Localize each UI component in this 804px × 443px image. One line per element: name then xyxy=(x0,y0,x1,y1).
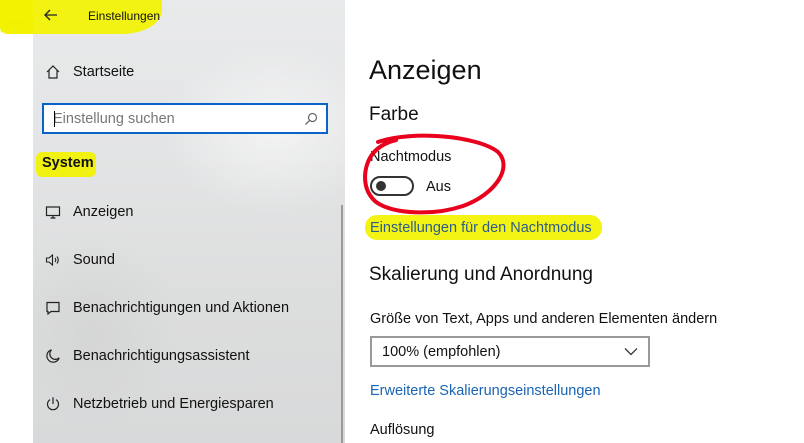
speaker-icon xyxy=(33,252,73,268)
search-icon[interactable] xyxy=(296,112,326,126)
scale-dropdown[interactable]: 100% (empfohlen) xyxy=(370,336,650,367)
chevron-down-icon xyxy=(624,348,638,356)
sidebar-item-label: Benachrichtigungsassistent xyxy=(73,348,250,364)
back-button[interactable] xyxy=(40,4,62,26)
night-mode-settings-link[interactable]: Einstellungen für den Nachtmodus xyxy=(370,220,592,236)
sidebar-item-notifications[interactable]: Benachrichtigungen und Aktionen xyxy=(33,292,343,324)
section-heading-scale: Skalierung und Anordnung xyxy=(369,264,593,285)
scale-dropdown-value: 100% (empfohlen) xyxy=(382,343,501,360)
search-box[interactable] xyxy=(42,103,328,134)
sidebar-item-display[interactable]: Anzeigen xyxy=(33,196,343,228)
red-annotation-circle xyxy=(363,133,506,215)
sidebar-item-label: Anzeigen xyxy=(73,204,134,220)
notification-icon xyxy=(33,300,73,316)
sidebar-scrollbar[interactable] xyxy=(341,205,343,443)
size-label: Größe von Text, Apps und anderen Element… xyxy=(370,311,718,327)
monitor-icon xyxy=(33,204,73,220)
text-cursor xyxy=(54,111,55,127)
sidebar-item-label: Startseite xyxy=(73,64,135,80)
app-title: Einstellungen xyxy=(88,9,161,23)
sidebar-item-power[interactable]: Netzbetrieb und Energiesparen xyxy=(33,388,343,420)
sidebar-item-home[interactable]: Startseite xyxy=(33,56,343,88)
sidebar-item-label: Netzbetrieb und Energiesparen xyxy=(73,396,274,412)
sidebar-item-label: Benachrichtigungen und Aktionen xyxy=(73,300,290,316)
search-input[interactable] xyxy=(44,105,296,132)
home-icon xyxy=(33,64,73,80)
sidebar-item-label: Sound xyxy=(73,252,115,268)
sidebar-item-focus-assist[interactable]: Benachrichtigungsassistent xyxy=(33,340,343,372)
sidebar-item-sound[interactable]: Sound xyxy=(33,244,343,276)
section-heading-color: Farbe xyxy=(369,104,419,125)
night-mode-toggle[interactable] xyxy=(370,176,414,196)
night-mode-state: Aus xyxy=(426,179,451,195)
night-mode-label: Nachtmodus xyxy=(370,149,452,165)
power-icon xyxy=(33,396,73,412)
resolution-label: Auflösung xyxy=(370,422,435,438)
toggle-knob xyxy=(376,181,386,191)
moon-icon xyxy=(33,348,73,364)
section-label-system: System xyxy=(42,155,94,171)
back-arrow-icon xyxy=(44,9,57,21)
page-title: Anzeigen xyxy=(369,55,482,85)
advanced-scaling-link[interactable]: Erweiterte Skalierungseinstellungen xyxy=(370,383,601,399)
